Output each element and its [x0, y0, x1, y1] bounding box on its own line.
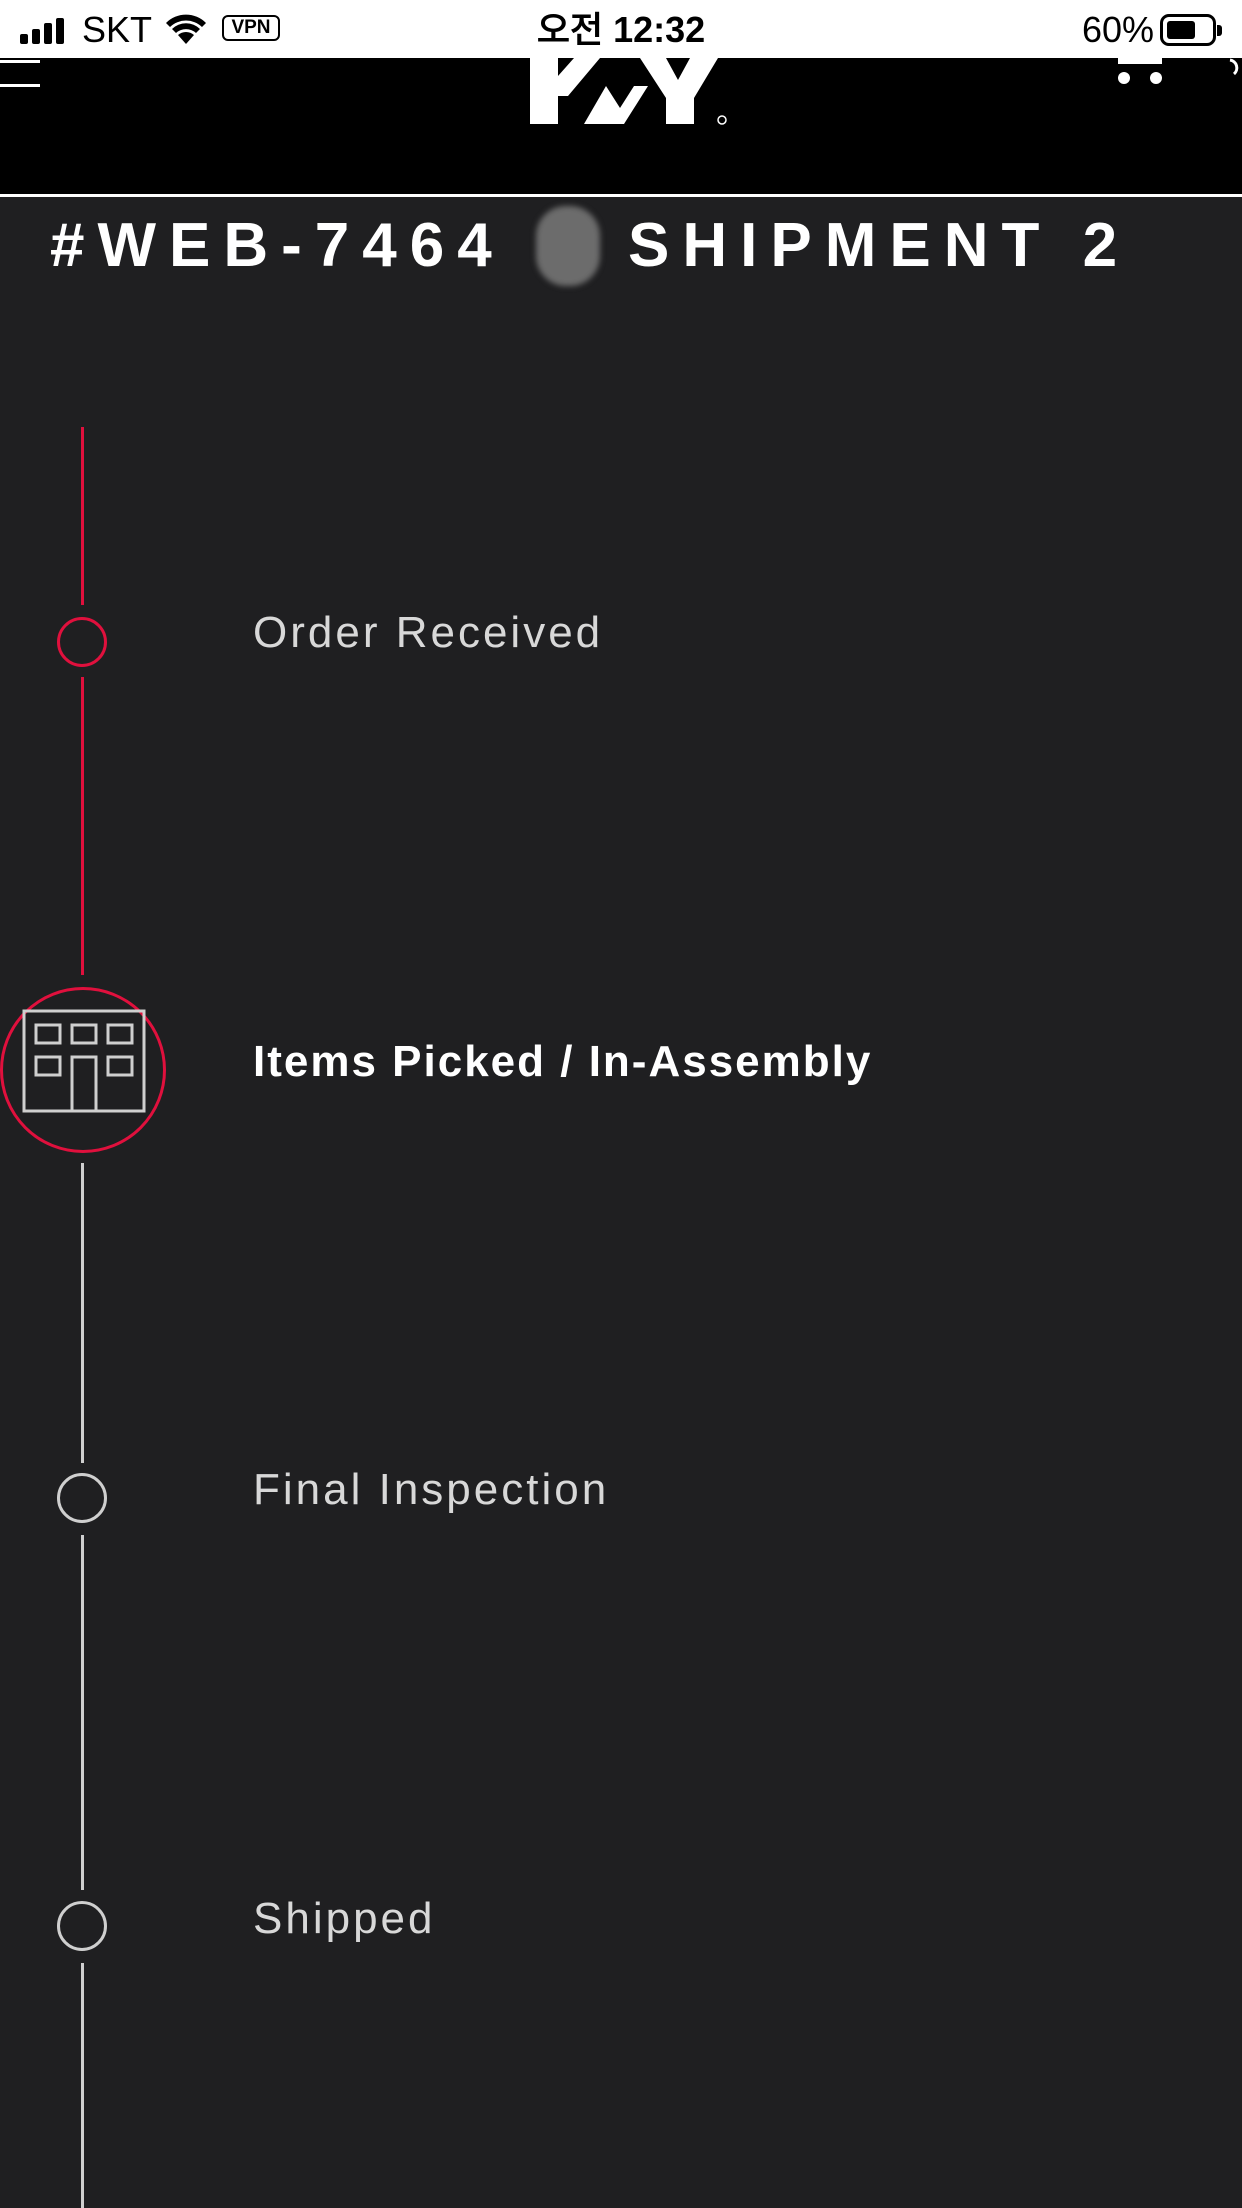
- step-label-shipped: Shipped: [253, 1894, 436, 1943]
- order-number: #WEB-7464: [50, 211, 505, 280]
- cart-icon[interactable]: [1110, 58, 1170, 86]
- step-marker-order-received: [57, 617, 107, 667]
- search-icon[interactable]: [1224, 58, 1242, 78]
- timeline-connector-pending: [81, 1535, 84, 1890]
- shipment-label: SHIPMENT 2: [628, 211, 1131, 280]
- timeline-connector-pending: [81, 1163, 84, 1463]
- warehouse-icon: [22, 1009, 146, 1113]
- step-marker-items-picked: [0, 987, 166, 1153]
- battery-percent: 60%: [1081, 9, 1154, 50]
- step-label-final-inspection: Final Inspection: [253, 1465, 610, 1514]
- site-header: [0, 58, 1242, 197]
- timeline-connector-completed: [81, 677, 84, 975]
- menu-icon[interactable]: [0, 58, 44, 98]
- step-marker-final-inspection: [57, 1473, 107, 1523]
- clock: 오전 12:32: [536, 9, 706, 50]
- step-label-order-received: Order Received: [253, 608, 604, 657]
- redacted-digit: [536, 206, 600, 286]
- timeline-connector-pending: [81, 1963, 84, 2208]
- timeline-connector-completed: [81, 427, 84, 605]
- logo[interactable]: [528, 58, 728, 128]
- battery-icon: [1160, 14, 1222, 46]
- step-label-items-picked: Items Picked / In-Assembly: [253, 1037, 873, 1086]
- step-marker-shipped: [57, 1901, 107, 1951]
- status-bar: SKT VPN 오전 12:32 60%: [0, 0, 1242, 58]
